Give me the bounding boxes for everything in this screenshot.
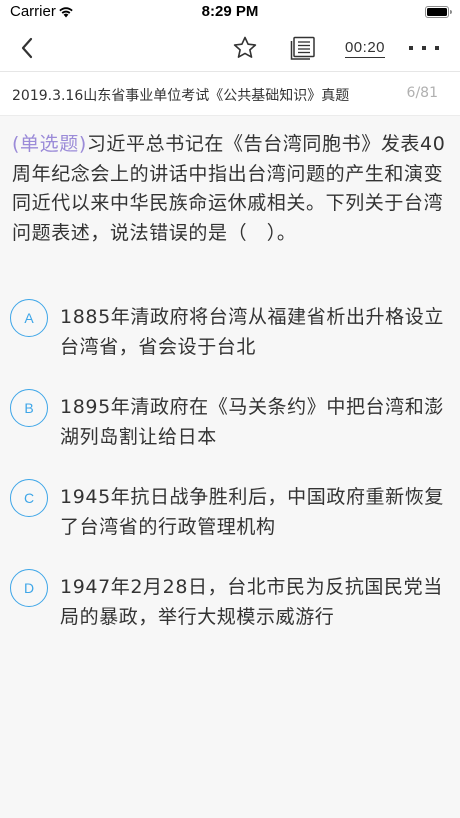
battery-icon: [425, 6, 452, 18]
timer-button[interactable]: 00:20: [340, 34, 390, 62]
option-text: 1885年清政府将台湾从福建省析出升格设立台湾省，省会设于台北: [60, 306, 444, 358]
option-text: 1947年2月28日，台北市民为反抗国民党当局的暴政，举行大规模示威游行: [60, 576, 443, 628]
question-stem: (单选题)习近平总书记在《告台湾同胞书》发表40周年纪念会上的讲话中指出台湾问题…: [12, 130, 448, 248]
option-letter-badge: C: [10, 479, 48, 517]
more-button[interactable]: [402, 32, 446, 64]
option-letter-badge: A: [10, 299, 48, 337]
nav-bar: 00:20: [0, 24, 460, 72]
timer-text: 00:20: [344, 38, 386, 58]
option-text: 1945年抗日战争胜利后，中国政府重新恢复了台湾省的行政管理机构: [60, 486, 444, 538]
favorite-button[interactable]: [228, 32, 262, 64]
question-type-label: (单选题): [12, 133, 87, 155]
option-letter-badge: B: [10, 389, 48, 427]
status-time: 8:29 PM: [201, 3, 259, 20]
status-bar: Carrier 8:29 PM: [0, 0, 460, 24]
question-progress: 6/81: [406, 85, 438, 101]
back-button[interactable]: [10, 32, 44, 64]
chevron-left-icon: [21, 37, 33, 59]
exam-info-row: 2019.3.16山东省事业单位考试《公共基础知识》真题 6/81: [0, 72, 460, 116]
option-c[interactable]: C 1945年抗日战争胜利后，中国政府重新恢复了台湾省的行政管理机构: [10, 479, 450, 543]
answer-card-icon: [290, 36, 315, 60]
option-letter-badge: D: [10, 569, 48, 607]
option-text: 1895年清政府在《马关条约》中把台湾和澎湖列岛割让给日本: [60, 396, 444, 448]
exam-title: 2019.3.16山东省事业单位考试《公共基础知识》真题: [12, 88, 350, 104]
answer-card-button[interactable]: [286, 32, 320, 64]
more-dots-icon: [409, 46, 439, 50]
option-d[interactable]: D 1947年2月28日，台北市民为反抗国民党当局的暴政，举行大规模示威游行: [10, 569, 450, 633]
option-a[interactable]: A 1885年清政府将台湾从福建省析出升格设立台湾省，省会设于台北: [10, 299, 450, 363]
star-outline-icon: [233, 36, 257, 58]
option-b[interactable]: B 1895年清政府在《马关条约》中把台湾和澎湖列岛割让给日本: [10, 389, 450, 453]
